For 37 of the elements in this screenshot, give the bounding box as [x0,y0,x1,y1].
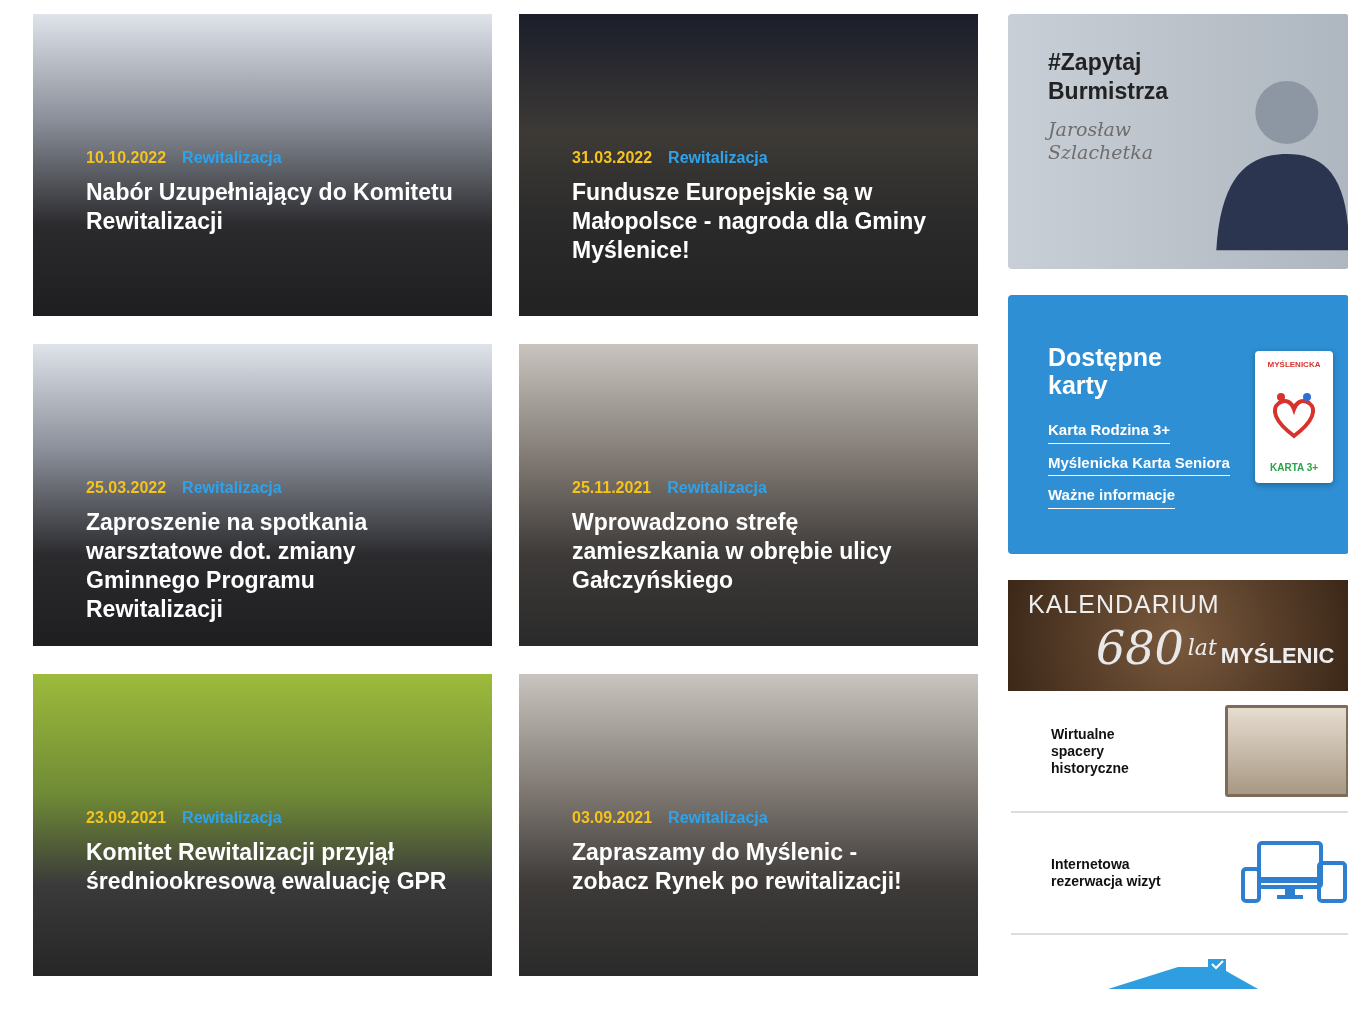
devices-icon [1241,841,1348,905]
news-title[interactable]: Zaproszenie na spotkania warsztatowe dot. zmiany Gminnego Programu Rewitalizacji [86,508,453,624]
news-title[interactable]: Komitet Rewitalizacji przyjął średniookresową ewaluację GPR [86,838,453,896]
news-photo-card[interactable]: 03.09.2021 Rewitalizacja Zapraszamy do Myślenic - zobacz Rynek po rewitalizacji! [519,674,978,976]
service-label: Internetowa rezerwacja wizyt [1051,856,1162,890]
ask-mayor-banner[interactable]: #Zapytaj Burmistrza Jarosław Szlachetka [1008,14,1348,269]
news-photo-card[interactable]: 25.03.2022 Rewitalizacja Zaproszenie na spotkania warsztatowe dot. zmiany Gminnego Programu Rewitalizacji [33,344,492,646]
news-date: 03.09.2021 [572,808,653,828]
news-date: 25.03.2022 [86,478,167,498]
news-title[interactable]: Zapraszamy do Myślenic - zobacz Rynek po rewitalizacji! [572,838,939,896]
anniversary-number: 680 [1096,623,1184,672]
news-date: 31.03.2022 [572,148,653,168]
service-link[interactable]: Wirtualne spacery historyczne [1011,691,1348,813]
card-link[interactable]: Karta Rodzina 3+ [1048,419,1171,444]
news-photo-card[interactable]: 25.11.2021 Rewitalizacja Wprowadzono strefę zamieszkania w obrębie ulicy Gałczyńskiego [519,344,978,646]
news-title[interactable]: Wprowadzono strefę zamieszkania w obrębie ulicy Gałczyńskiego [572,508,939,595]
news-date: 25.11.2021 [572,478,652,498]
news-title[interactable]: Nabór Uzupełniający do Komitetu Rewitalizacji [86,178,453,236]
news-date: 23.09.2021 [86,808,167,828]
banner-heading: #Zapytaj Burmistrza [1048,48,1170,106]
service-link[interactable]: Internetowa rezerwacja wizyt [1011,813,1348,935]
news-photo-card[interactable]: 23.09.2021 Rewitalizacja Komitet Rewitalizacji przyjął średniookresową ewaluację GPR [33,674,492,976]
card-image-label: KARTA 3+ [1269,461,1319,475]
news-date: 10.10.2022 [86,148,167,168]
card-link[interactable]: Myślenicka Karta Seniora [1048,451,1230,476]
card-image-heading: MYŚLENICKA [1267,359,1321,371]
news-category[interactable]: Rewitalizacja [668,146,768,170]
card-link[interactable]: Ważne informacje [1048,484,1175,509]
anniversary-suffix: lat [1187,634,1217,662]
town-name: MYŚLENIC [1220,641,1335,670]
news-photo-card[interactable]: 10.10.2022 Rewitalizacja Nabór Uzupełniający do Komitetu Rewitalizacji [33,14,492,316]
news-photo-card[interactable]: 31.03.2022 Rewitalizacja Fundusze Europejskie są w Małopolsce - nagroda dla Gminy Myślenice! [519,14,978,316]
news-title[interactable]: Fundusze Europejskie są w Małopolsce - nagroda dla Gminy Myślenice! [572,178,939,265]
service-label: Wirtualne spacery historyczne [1051,725,1130,777]
house-icon [1108,959,1258,989]
banner-title: KALENDARIUM [1028,589,1221,620]
panel-heading: Dostępne karty [1048,343,1163,399]
